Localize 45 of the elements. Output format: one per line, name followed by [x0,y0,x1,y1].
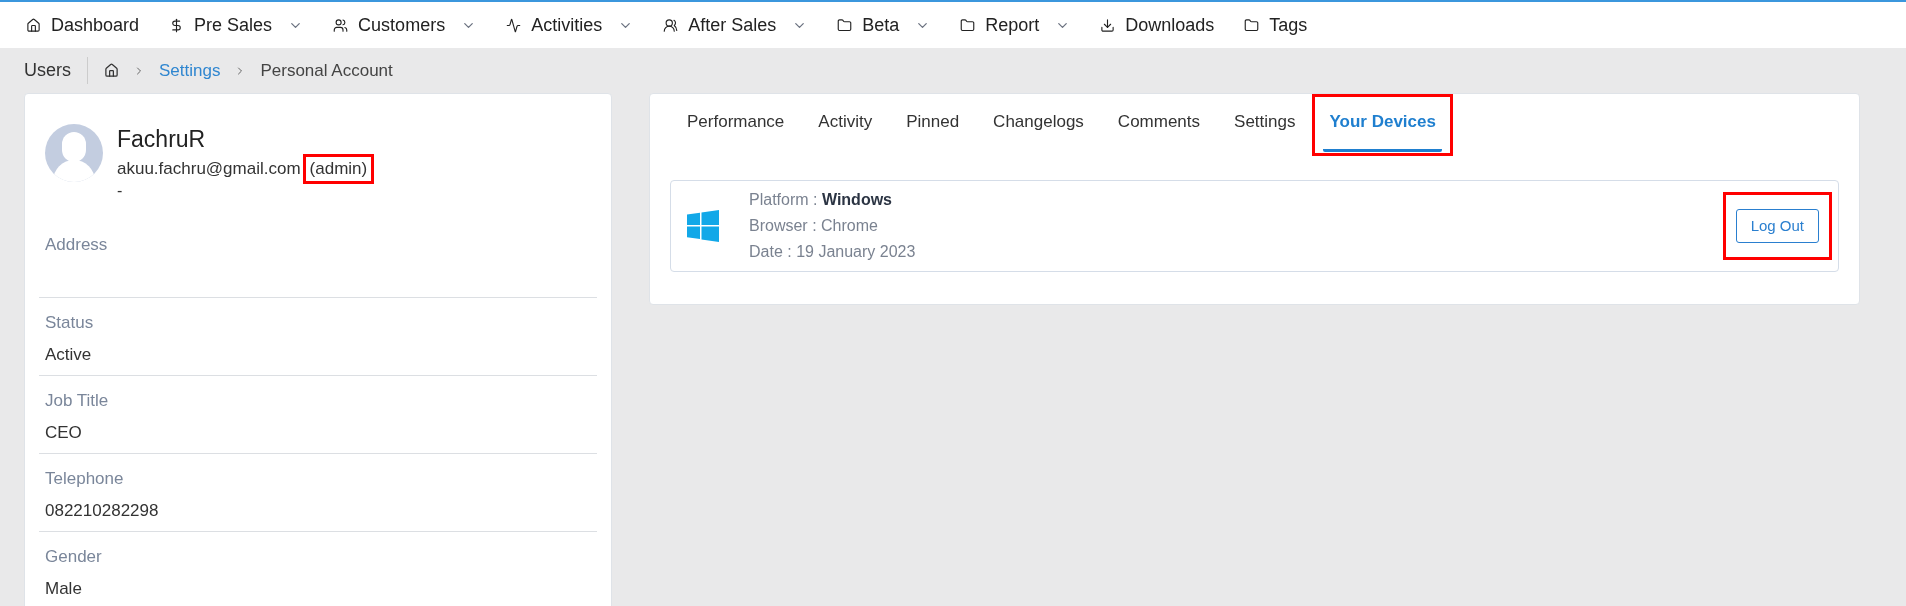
tab[interactable]: Settings [1228,107,1302,152]
nav-item[interactable]: Beta [837,11,931,39]
field-label: Address [45,234,109,256]
download-icon [1100,17,1116,33]
nav-item[interactable]: Downloads [1100,11,1215,39]
nav-item[interactable]: Pre Sales [169,11,304,39]
tab[interactable]: Changelogs [987,107,1090,152]
tab[interactable]: Activity [812,107,879,152]
nav-item[interactable]: Report [960,11,1071,39]
folder-icon [960,17,976,33]
tab[interactable]: Performance [681,107,791,152]
field-label: Gender [45,546,103,568]
breadcrumb-link[interactable]: Personal Account [260,57,393,84]
people-icon [333,17,349,33]
field-value: Male [45,577,83,600]
field-value: 082210282298 [45,499,160,522]
folder-icon [1244,17,1260,33]
nav-item[interactable]: Activities [506,11,634,39]
page-title: Users [24,57,88,84]
nav-item[interactable]: Customers [333,11,477,39]
field-value: CEO [45,421,83,444]
field-label: Job Title [45,390,110,412]
windows-logo-icon [687,210,719,242]
nav-item[interactable]: Dashboard [26,11,140,39]
role-label: (admin) [302,154,375,184]
home-icon[interactable] [104,63,119,78]
user-name: FachruR [117,125,207,154]
field-value: Active [45,343,93,366]
date-text: Date : 19 January 2023 [749,242,916,262]
field-label: Telephone [45,468,125,490]
user-note: - [117,184,124,198]
nav-item[interactable]: Tags [1244,11,1308,39]
logout-button[interactable]: Log Out [1735,208,1819,244]
browser-text: Browser : Chrome [749,216,879,236]
tab[interactable]: Your Devices [1323,107,1442,152]
pulse-icon [506,17,522,33]
platform-text: Platform : Windows [749,190,893,210]
user-email: akuu.fachru@gmail.com [117,158,301,180]
field-label: Status [45,312,95,334]
nav-item[interactable]: After Sales [663,11,808,39]
folder-icon [837,17,853,33]
people-icon [663,17,679,33]
home-icon [26,17,41,33]
tab[interactable]: Pinned [900,107,966,152]
tab[interactable]: Comments [1111,107,1207,152]
